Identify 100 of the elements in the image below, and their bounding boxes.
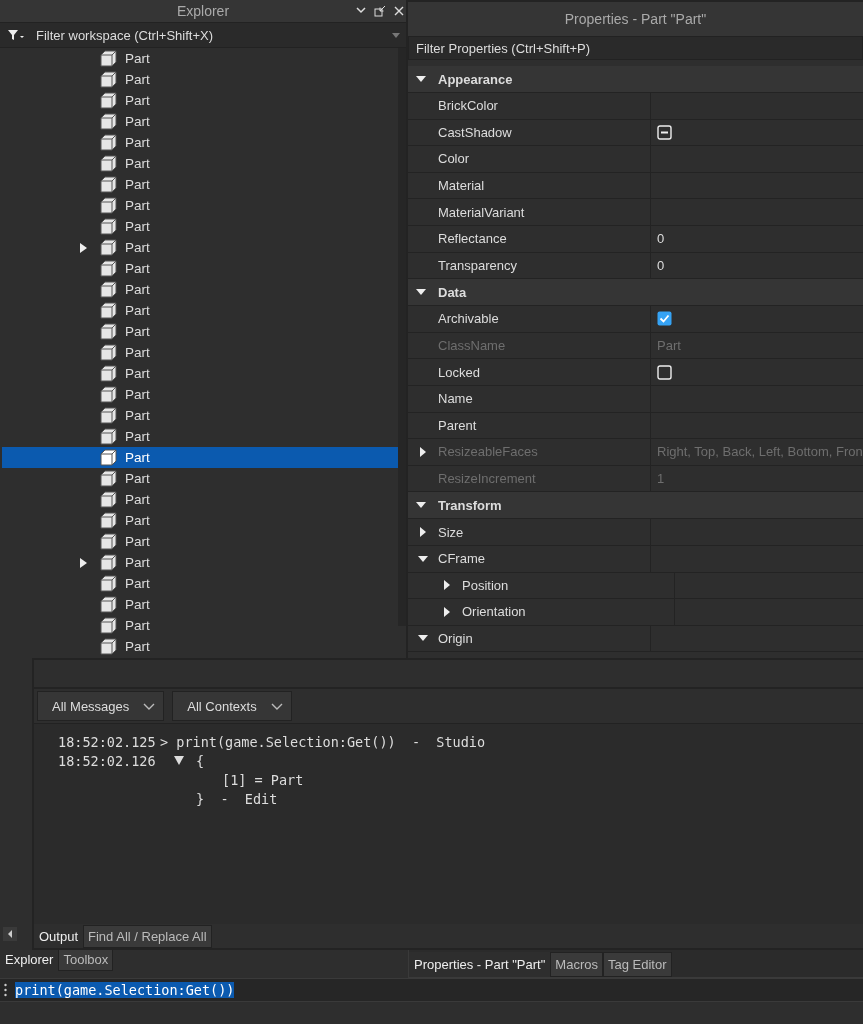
filter-field[interactable]: Filter Properties (Ctrl+Shift+P) (416, 40, 862, 56)
grip-icon[interactable] (4, 983, 7, 997)
tree-item[interactable]: Part (2, 321, 398, 342)
close-icon[interactable] (394, 6, 404, 16)
expand-arrow-icon[interactable] (418, 527, 428, 538)
category-header[interactable]: Transform (408, 492, 863, 520)
checkbox[interactable] (657, 124, 672, 140)
property-name: BrickColor (438, 98, 498, 114)
chevron-down-icon (270, 702, 283, 710)
tree-item[interactable]: Part (2, 573, 398, 594)
scroll-left-icon[interactable] (3, 927, 17, 941)
tree-item[interactable]: Part (2, 363, 398, 384)
property-value: Right, Top, Back, Left, Bottom, Fron (657, 444, 863, 460)
tab[interactable]: Find All / Replace All (83, 925, 212, 948)
cube-icon (100, 134, 117, 151)
undock-icon[interactable] (374, 5, 386, 17)
cube-icon (100, 218, 117, 235)
cube-icon (100, 596, 117, 613)
cube-icon (100, 155, 117, 172)
tab[interactable]: Macros (550, 952, 603, 977)
cube-icon (100, 638, 117, 655)
tree-item[interactable]: Part (2, 300, 398, 321)
expand-arrow-icon[interactable] (442, 580, 452, 591)
collapse-arrow-icon[interactable] (418, 553, 428, 564)
dropdown-arrow-icon[interactable] (392, 32, 400, 38)
cube-icon (100, 470, 117, 487)
scrollbar[interactable] (398, 48, 406, 626)
tree-item[interactable]: Part (2, 615, 398, 636)
cube-icon (100, 113, 117, 130)
property-name: Locked (438, 364, 480, 380)
tree-item[interactable]: Part (2, 426, 398, 447)
cube-icon (100, 407, 117, 424)
tree-item[interactable]: Part (2, 552, 398, 573)
collapse-arrow-icon[interactable] (174, 756, 184, 765)
tree-item[interactable]: Part (2, 405, 398, 426)
cube-icon (100, 260, 117, 277)
tree-item[interactable]: Part (2, 342, 398, 363)
chevron-down-icon[interactable] (356, 6, 366, 14)
property-value: 0 (657, 257, 665, 273)
tree-item[interactable]: Part (2, 594, 398, 615)
cube-icon (100, 449, 117, 466)
tab[interactable]: Tag Editor (602, 952, 672, 977)
property-name: Origin (438, 631, 473, 646)
property-value: Part (657, 338, 681, 354)
filter-field[interactable]: Filter workspace (Ctrl+Shift+X) (36, 27, 382, 43)
tree-item[interactable]: Part (2, 636, 398, 657)
property-name: ResizeableFaces (438, 444, 538, 460)
tree-item[interactable]: Part (2, 132, 398, 153)
collapse-arrow-icon[interactable] (416, 74, 426, 84)
tree-item[interactable]: Part (2, 237, 398, 258)
cube-icon (100, 617, 117, 634)
timestamp: 18:52:02.126 (58, 752, 156, 769)
property-name: Reflectance (438, 231, 507, 247)
panel-title: Explorer (176, 3, 230, 19)
tree-item[interactable]: Part (2, 90, 398, 111)
property-name: Material (438, 178, 485, 194)
property-name: CFrame (438, 551, 485, 567)
expand-arrow-icon[interactable] (80, 242, 87, 253)
category-header[interactable]: Data (408, 279, 863, 307)
tree-item[interactable]: Part (2, 531, 398, 552)
category-header[interactable]: Appearance (408, 66, 863, 93)
tree-item[interactable]: Part (2, 174, 398, 195)
cube-icon (100, 344, 117, 361)
property-name: Orientation (462, 604, 526, 620)
property-name: ClassName (438, 338, 506, 354)
filter-box[interactable]: Filter Properties (Ctrl+Shift+P) (408, 36, 863, 60)
dropdown[interactable]: All Contexts (172, 691, 292, 721)
tree-item[interactable]: Part (2, 216, 398, 237)
cube-icon (100, 533, 117, 550)
filter-box[interactable]: Filter workspace (Ctrl+Shift+X) (0, 22, 406, 48)
tree-item[interactable]: Part (2, 69, 398, 90)
tree-item[interactable]: Part (2, 195, 398, 216)
cube-icon (100, 491, 117, 508)
tree-item[interactable]: Part (2, 447, 398, 468)
property-name: Color (438, 151, 470, 167)
property-name: Name (438, 391, 473, 407)
log-message: { (196, 752, 205, 769)
tree-item[interactable]: Part (2, 489, 398, 510)
expand-arrow-icon[interactable] (442, 606, 452, 617)
tree-item[interactable]: Part (2, 153, 398, 174)
tree-item[interactable]: Part (2, 111, 398, 132)
tree-item[interactable]: Part (2, 384, 398, 405)
expand-arrow-icon[interactable] (80, 557, 87, 568)
timestamp: 18:52:02.125 (58, 733, 156, 750)
tree-item[interactable]: Part (2, 468, 398, 489)
checkbox[interactable] (657, 364, 672, 380)
tree-item[interactable]: Part (2, 510, 398, 531)
property-name: Archivable (438, 311, 499, 327)
cube-icon (100, 92, 117, 109)
tree-item[interactable]: Part (2, 279, 398, 300)
tab[interactable]: Toolbox (58, 948, 114, 971)
filter-icon[interactable] (8, 30, 26, 40)
cube-icon (100, 302, 117, 319)
tree-item[interactable]: Part (2, 258, 398, 279)
cube-icon (100, 386, 117, 403)
checkbox[interactable] (657, 311, 672, 327)
dropdown[interactable]: All Messages (37, 691, 165, 721)
tree-item[interactable]: Part (2, 48, 398, 69)
cube-icon (100, 554, 117, 571)
log-message: [1] = Part (222, 771, 304, 788)
